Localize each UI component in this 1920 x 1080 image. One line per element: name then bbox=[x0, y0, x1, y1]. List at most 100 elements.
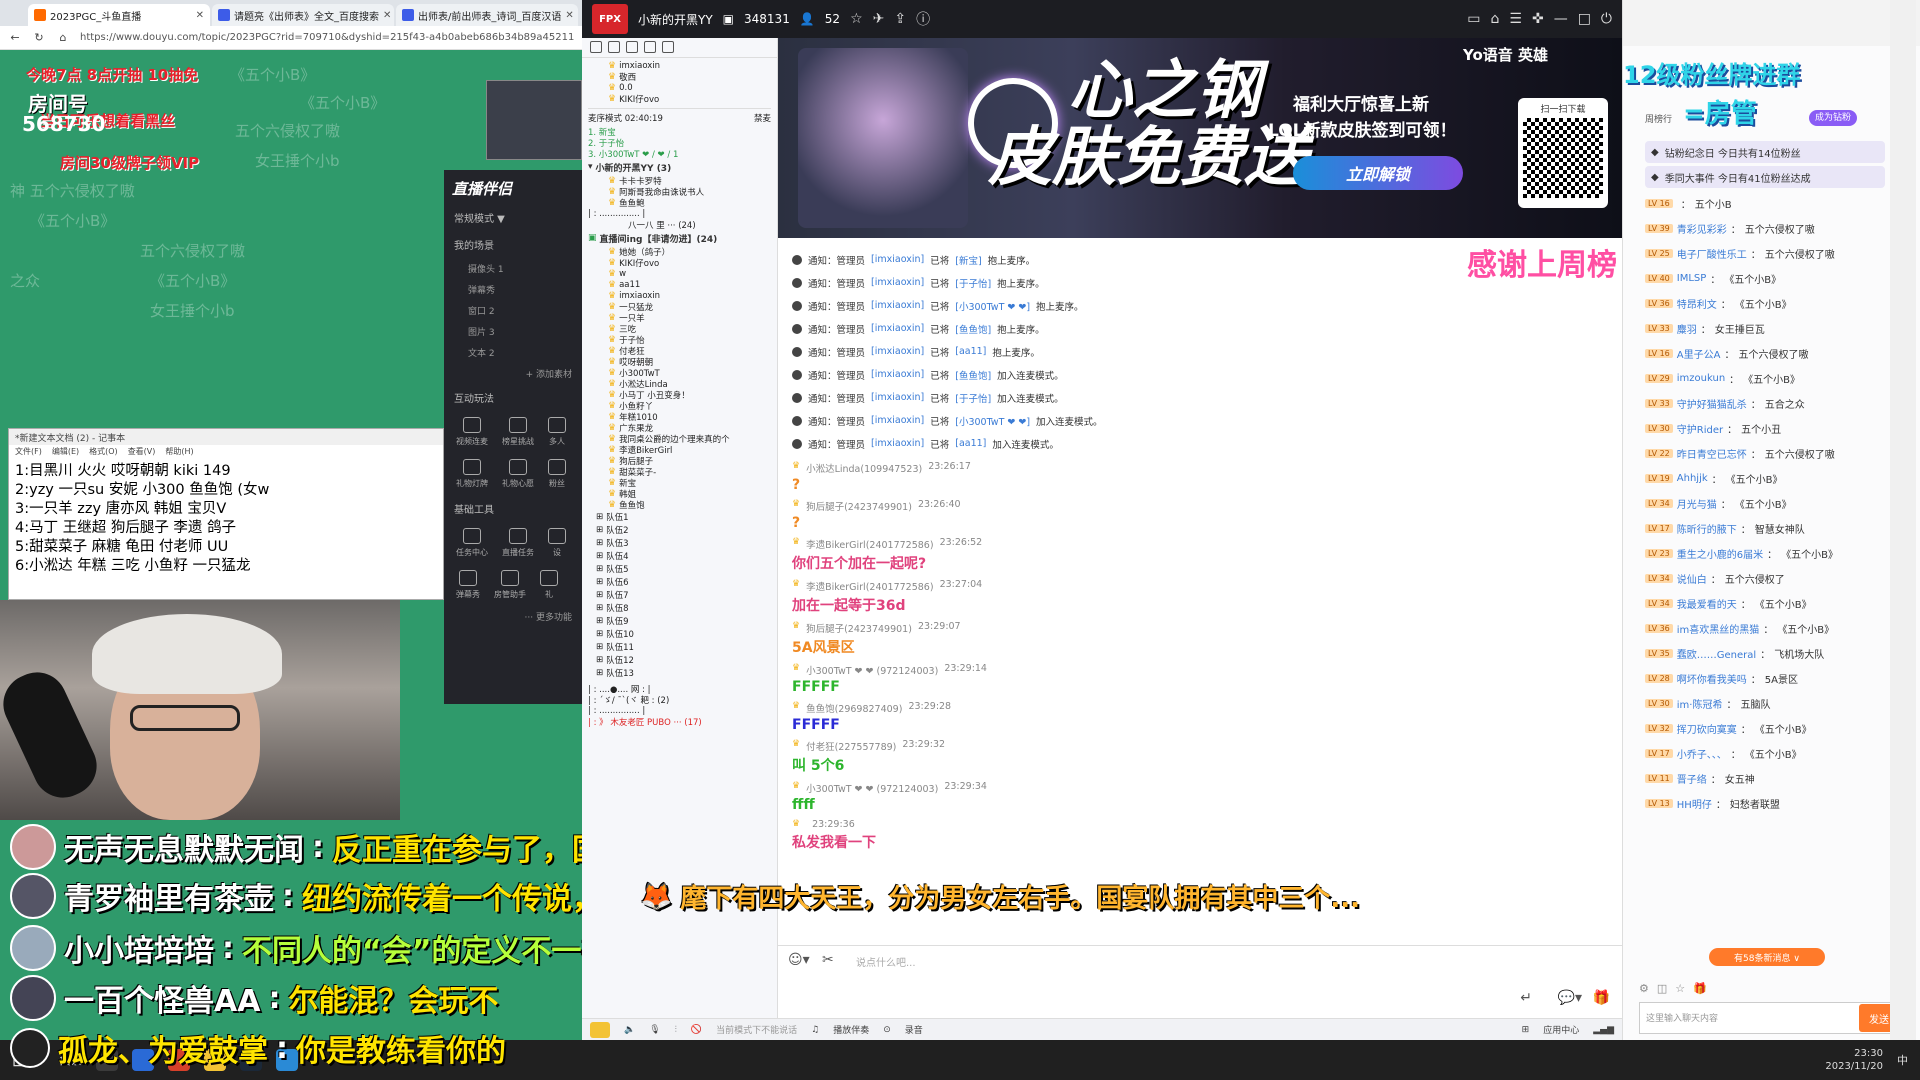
tree-user[interactable]: ♛ 她她（鸽子） bbox=[588, 246, 771, 258]
team-node[interactable]: ⊞ 队伍2 bbox=[588, 523, 771, 536]
danmu-user[interactable]: 晋子络 bbox=[1677, 771, 1707, 786]
tree-user[interactable]: ♛ 付老狂 bbox=[588, 345, 771, 357]
multi-button[interactable]: 多人 bbox=[548, 417, 566, 447]
gift-light-button[interactable]: 礼物灯牌 bbox=[456, 459, 488, 489]
tree-user[interactable]: ♛ 三吃 bbox=[588, 323, 771, 335]
danmu-row[interactable]: LV 16：五个小B bbox=[1623, 191, 1893, 216]
sub-channel[interactable]: | : 》 木友老匠 PUBO ··· (17) bbox=[588, 716, 771, 728]
team-node[interactable]: ⊞ 队伍5 bbox=[588, 562, 771, 575]
tree-user[interactable]: ♛ 我同桌公爵的边个理来真的个 bbox=[588, 433, 771, 445]
clock[interactable]: 23:30 2023/11/20 bbox=[1825, 1047, 1883, 1073]
sub-channel[interactable]: | : ............... | bbox=[588, 705, 771, 716]
chat-user[interactable]: 付老狂(227557789) bbox=[806, 739, 896, 753]
danmu-row[interactable]: LV 28 啊坏你看我美吗： 5A景区 bbox=[1623, 666, 1893, 691]
tree-user[interactable]: ♛ KIKI仔ovo bbox=[588, 93, 771, 105]
home-icon[interactable]: ⌂ bbox=[1491, 11, 1500, 27]
team-node[interactable]: ⊞ 队伍9 bbox=[588, 614, 771, 627]
danmu-user[interactable]: 麋羽 bbox=[1677, 321, 1697, 336]
notepad-line[interactable]: 1:目黑川 火火 哎呀朝朝 kiki 149 bbox=[9, 459, 443, 479]
home-icon[interactable]: ⌂ bbox=[56, 31, 70, 44]
team-node[interactable]: ⊞ 队伍4 bbox=[588, 549, 771, 562]
notepad-window[interactable]: *新建文本文档 (2) - 记事本 文件(F) 编辑(E) 格式(O) 查看(V… bbox=[8, 428, 444, 600]
refresh-icon[interactable]: ↻ bbox=[32, 31, 46, 44]
team-node[interactable]: ⊞ 队伍7 bbox=[588, 588, 771, 601]
team-node[interactable]: ⊞ 队伍11 bbox=[588, 640, 771, 653]
tree-user[interactable]: ♛ 狗后腿子 bbox=[588, 455, 771, 467]
star-icon[interactable]: ☆ bbox=[850, 11, 863, 27]
plane-icon[interactable]: ✈ bbox=[873, 11, 885, 27]
rank-challenge-button[interactable]: 榜星挑战 bbox=[502, 417, 534, 447]
speaker-icon[interactable]: 🔈 bbox=[624, 1025, 635, 1035]
bag-icon[interactable]: ◫ bbox=[1657, 982, 1667, 995]
menu-file[interactable]: 文件(F) bbox=[15, 446, 42, 458]
danmu-user[interactable]: 蠢欧……General bbox=[1677, 646, 1756, 661]
danmu-row[interactable]: LV 32 挥刀砍向寞寞：《五个小B》 bbox=[1623, 716, 1893, 741]
danmu-user[interactable]: 挥刀砍向寞寞 bbox=[1677, 721, 1737, 736]
team-node[interactable]: ⊞ 队伍12 bbox=[588, 653, 771, 666]
location-icon[interactable] bbox=[626, 41, 638, 53]
video-link-button[interactable]: 视频连麦 bbox=[456, 417, 488, 447]
power-icon[interactable]: ⏻ bbox=[1601, 11, 1612, 27]
chat-user[interactable]: 狗后腿子(2423749901) bbox=[806, 621, 912, 635]
notepad-line[interactable]: 5:甜菜菜子 麻糖 龟田 付老师 UU bbox=[9, 535, 443, 555]
tree-user[interactable]: ♛ 于子怡 bbox=[588, 334, 771, 346]
danmu-user[interactable]: 昨日青空已忘怀 bbox=[1677, 446, 1747, 461]
danmu-user[interactable]: im喜欢黑丝的黑猫 bbox=[1677, 621, 1760, 636]
tree-user[interactable]: ♛ 李遗BikerGirl bbox=[588, 444, 771, 456]
danmu-row[interactable]: LV 11 晋子络：女五神 bbox=[1623, 766, 1893, 791]
live-task-button[interactable]: 直播任务 bbox=[502, 528, 534, 558]
mic-icon[interactable]: 🎙 bbox=[649, 1025, 660, 1035]
mic-order-mode[interactable]: 麦序模式 02:40:19 禁麦 bbox=[588, 108, 771, 126]
enter-icon[interactable]: ↵ bbox=[1520, 990, 1532, 1006]
emoji-icon[interactable]: ☺▾ bbox=[788, 952, 810, 968]
danmu-user[interactable]: 啊坏你看我美吗 bbox=[1677, 671, 1747, 686]
chat-user[interactable]: 小300TwT ❤ ❤ (972124003) bbox=[806, 781, 938, 795]
record-icon[interactable]: ⊙ bbox=[883, 1025, 891, 1035]
sub-channel[interactable]: | : ´ゞ/ ¯`(ヾ 耙 : (2) bbox=[588, 694, 771, 706]
danmu-row[interactable]: LV 19 Ahhjjk：《五个小B》 bbox=[1623, 466, 1893, 491]
danmu-row[interactable]: LV 17 小乔子、、、：《五个小B》 bbox=[1623, 741, 1893, 766]
chat-user[interactable]: 李遗BikerGirl(2401772586) bbox=[806, 537, 933, 551]
gift-icon[interactable]: 🎁 bbox=[1593, 990, 1610, 1006]
star-icon[interactable]: ☆ bbox=[1675, 982, 1685, 995]
qr-code[interactable]: 扫一扫下载 bbox=[1518, 98, 1608, 208]
danmu-user[interactable]: HH明仔 bbox=[1677, 796, 1712, 811]
back-icon[interactable]: ← bbox=[8, 31, 22, 44]
close-icon[interactable]: ✕ bbox=[196, 10, 204, 21]
equalizer-icon[interactable]: ⫶ bbox=[675, 1025, 677, 1035]
screen-icon[interactable]: ▭ bbox=[1467, 11, 1480, 27]
notepad-line[interactable]: 3:一只羊 zzy 唐亦风 韩姐 宝贝V bbox=[9, 497, 443, 517]
chat-user[interactable]: 狗后腿子(2423749901) bbox=[806, 499, 912, 513]
chat-user[interactable]: 鱼鱼饱(2969827409) bbox=[806, 701, 902, 715]
sub-channel[interactable]: | : ............... | bbox=[588, 208, 771, 219]
room-admin-button[interactable]: 房管助手 bbox=[494, 570, 526, 600]
notepad-line[interactable]: 6:小淞达 年糕 三吃 小鱼籽 一只猛龙 bbox=[9, 554, 443, 574]
browser-tab-baidu-search[interactable]: 请题亮《出师表》全文_百度搜索 ✕ bbox=[212, 4, 394, 26]
tree-user[interactable]: ♛ 甜菜菜子- bbox=[588, 466, 771, 478]
danmu-row[interactable]: LV 22 昨日青空已忘怀：五个六侵权了嗷 bbox=[1623, 441, 1893, 466]
danmu-show-button[interactable]: 弹幕秀 bbox=[456, 570, 480, 600]
danmu-user[interactable]: 守护Rider bbox=[1677, 421, 1723, 436]
tree-user[interactable]: ♛ 鱼鱼鲍 bbox=[588, 197, 771, 209]
book-icon[interactable] bbox=[644, 41, 656, 53]
tree-user[interactable]: ♛ 哎呀朝朝 bbox=[588, 356, 771, 368]
sub-channel[interactable]: 八一八 里 ··· (24) bbox=[588, 219, 771, 231]
info-icon[interactable]: ⓘ bbox=[916, 9, 930, 29]
danmu-user[interactable]: 说仙白 bbox=[1677, 571, 1707, 586]
danmu-row[interactable]: LV 30 im·陈冠希：五脑队 bbox=[1623, 691, 1893, 716]
mute-mic-icon[interactable]: 🚫 bbox=[691, 1025, 702, 1035]
bubble-icon[interactable]: 💬▾ bbox=[1558, 990, 1582, 1006]
team-node[interactable]: ⊞ 队伍10 bbox=[588, 627, 771, 640]
event-badge[interactable]: ◆ 季同大事件 今日有41位粉丝达成 bbox=[1645, 166, 1885, 188]
danmu-user[interactable]: 电子厂酸性乐工 bbox=[1677, 246, 1747, 261]
danmu-row[interactable]: LV 35 蠢欧……General：飞机场大队 bbox=[1623, 641, 1893, 666]
mic-slot[interactable]: 3. 小300TwT ❤ / ❤ / 1 bbox=[588, 148, 771, 160]
danmu-user[interactable]: Ahhjjk bbox=[1677, 473, 1708, 484]
accompaniment-button[interactable]: 播放伴奏 bbox=[833, 1023, 869, 1036]
scene-item[interactable]: 图片 3 bbox=[444, 321, 582, 342]
ad-banner[interactable]: 心之钢 皮肤免费送 福利大厅惊喜上新 LOL新款皮肤签到可领！ 立即解锁 Yo语… bbox=[778, 38, 1622, 238]
tree-user[interactable]: ♛ 一只羊 bbox=[588, 312, 771, 324]
scene-item[interactable]: 文本 2 bbox=[444, 342, 582, 363]
danmu-row[interactable]: LV 33 守护好猫猫乱杀：五合之众 bbox=[1623, 391, 1893, 416]
menu-view[interactable]: 查看(V) bbox=[128, 446, 156, 458]
